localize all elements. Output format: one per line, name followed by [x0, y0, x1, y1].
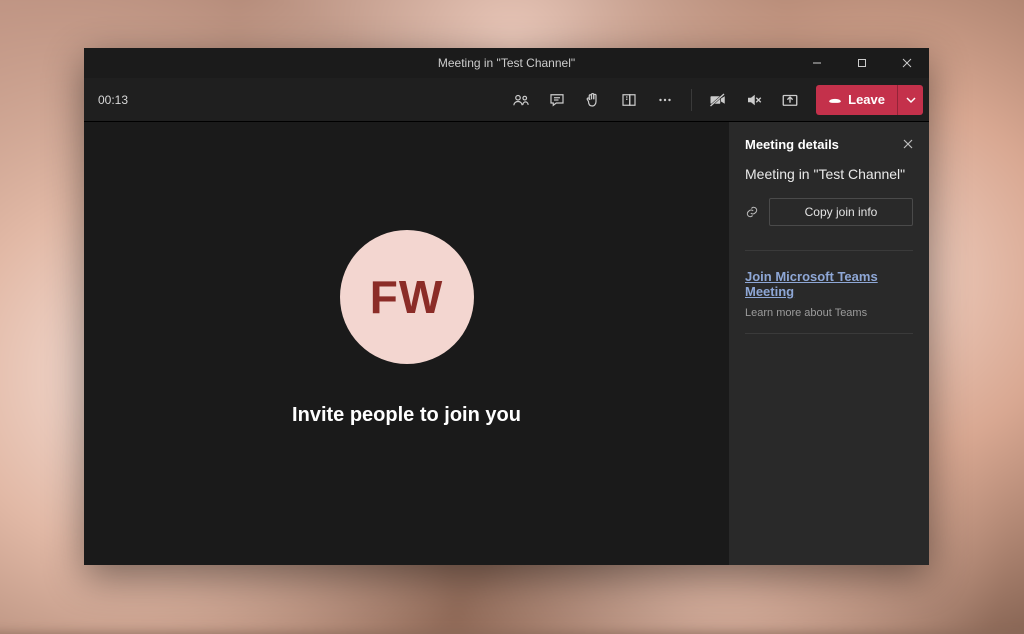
call-toolbar: 00:13 Leave: [84, 78, 929, 122]
call-timer: 00:13: [98, 93, 128, 107]
invite-prompt: Invite people to join you: [292, 404, 521, 427]
toolbar-divider: [691, 89, 692, 111]
maximize-button[interactable]: [839, 48, 884, 78]
panel-close-button[interactable]: [903, 136, 913, 152]
leave-button-group: Leave: [816, 85, 923, 115]
spacer: [745, 251, 913, 269]
share-button[interactable]: [774, 84, 806, 116]
participant-avatar: FW: [340, 230, 474, 364]
camera-toggle-button[interactable]: [702, 84, 734, 116]
copy-join-row: Copy join info: [745, 198, 913, 226]
rooms-button[interactable]: [613, 84, 645, 116]
copy-join-info-button[interactable]: Copy join info: [769, 198, 913, 226]
window-body: FW Invite people to join you Meeting det…: [84, 122, 929, 565]
titlebar: Meeting in "Test Channel": [84, 48, 929, 78]
link-icon: [745, 205, 759, 219]
more-button[interactable]: [649, 84, 681, 116]
join-teams-link[interactable]: Join Microsoft Teams Meeting: [745, 269, 913, 299]
leave-button-label: Leave: [848, 92, 885, 107]
spacer: [745, 319, 913, 333]
window-controls: [794, 48, 929, 78]
chat-button[interactable]: [541, 84, 573, 116]
participants-button[interactable]: [505, 84, 537, 116]
learn-more-link[interactable]: Learn more about Teams: [745, 307, 913, 319]
close-button[interactable]: [884, 48, 929, 78]
leave-options-button[interactable]: [897, 85, 923, 115]
avatar-initials: FW: [370, 270, 444, 324]
panel-header: Meeting details: [745, 136, 913, 152]
main-stage: FW Invite people to join you: [84, 122, 729, 565]
panel-title: Meeting details: [745, 137, 839, 152]
audio-toggle-button[interactable]: [738, 84, 770, 116]
leave-button[interactable]: Leave: [816, 85, 897, 115]
raise-hand-button[interactable]: [577, 84, 609, 116]
meeting-details-panel: Meeting details Meeting in "Test Channel…: [729, 122, 929, 565]
copy-button-label: Copy join info: [805, 205, 878, 219]
panel-separator: [745, 333, 913, 334]
meeting-window: Meeting in "Test Channel" 00:13: [84, 48, 929, 565]
meeting-name: Meeting in "Test Channel": [745, 166, 913, 182]
minimize-button[interactable]: [794, 48, 839, 78]
